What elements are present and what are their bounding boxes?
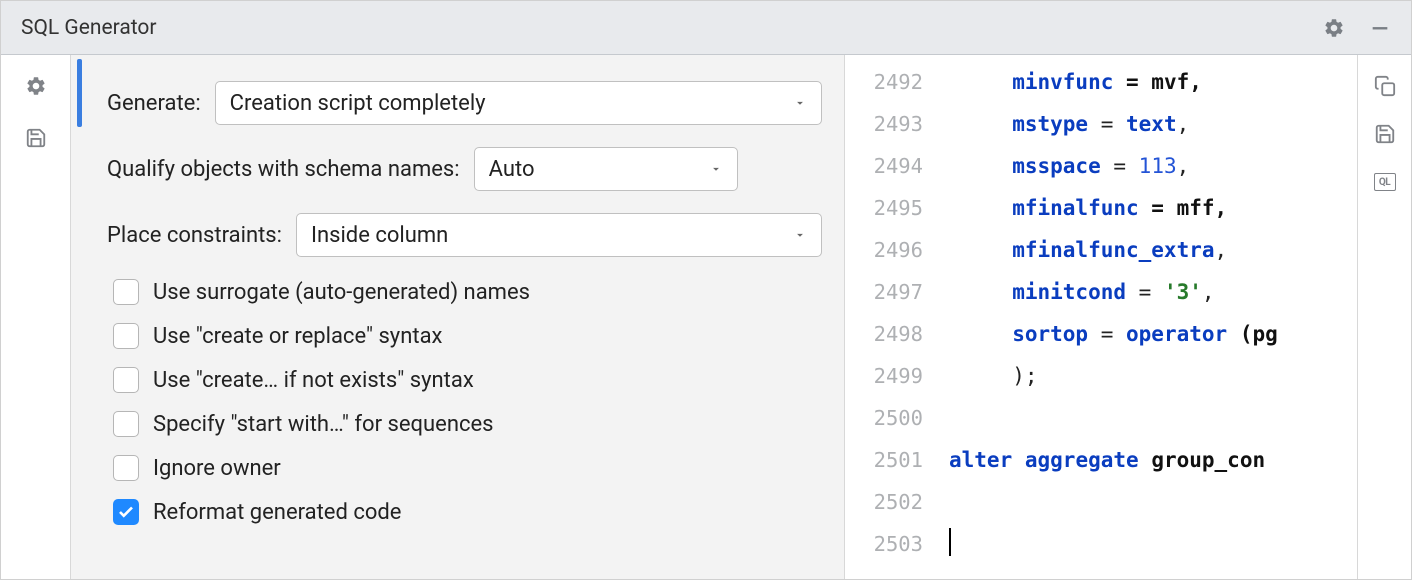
ql-icon[interactable]: QL	[1372, 169, 1398, 195]
code-line: mfinalfunc_extra,	[949, 229, 1357, 271]
line-number-gutter: 2492249324942495249624972498249925002501…	[845, 55, 937, 579]
line-number: 2498	[845, 313, 923, 355]
line-number: 2494	[845, 145, 923, 187]
copy-icon[interactable]	[1372, 73, 1398, 99]
save-icon[interactable]	[1372, 121, 1398, 147]
code-line	[949, 397, 1357, 439]
checkbox-row[interactable]: Use surrogate (auto-generated) names	[107, 279, 822, 305]
code-line	[949, 481, 1357, 523]
line-number: 2497	[845, 271, 923, 313]
checkbox-row[interactable]: Specify "start with…" for sequences	[107, 411, 822, 437]
checkbox[interactable]	[113, 455, 139, 481]
checkbox-label: Use "create or replace" syntax	[153, 324, 442, 349]
checkbox-row[interactable]: Reformat generated code	[107, 499, 822, 525]
code-line: );	[949, 355, 1357, 397]
constraints-select[interactable]: Inside column	[296, 213, 822, 257]
titlebar: SQL Generator	[1, 1, 1411, 55]
line-number: 2492	[845, 61, 923, 103]
checkbox-row[interactable]: Use "create… if not exists" syntax	[107, 367, 822, 393]
generate-label: Generate:	[107, 91, 201, 116]
checkbox[interactable]	[113, 367, 139, 393]
constraints-label: Place constraints:	[107, 223, 282, 248]
code-line: alter aggregate group_con	[949, 439, 1357, 481]
constraints-value: Inside column	[311, 223, 448, 248]
active-marker	[77, 59, 82, 127]
save-icon[interactable]	[23, 125, 49, 151]
checkbox[interactable]	[113, 411, 139, 437]
checkbox-label: Use surrogate (auto-generated) names	[153, 280, 530, 305]
generate-select[interactable]: Creation script completely	[215, 81, 822, 125]
gear-icon[interactable]	[23, 73, 49, 99]
right-toolbar: QL	[1357, 55, 1411, 579]
line-number: 2495	[845, 187, 923, 229]
code-line	[949, 523, 1357, 565]
line-number: 2499	[845, 355, 923, 397]
code-line: mstype = text,	[949, 103, 1357, 145]
checkbox-row[interactable]: Use "create or replace" syntax	[107, 323, 822, 349]
line-number: 2493	[845, 103, 923, 145]
qualify-select[interactable]: Auto	[474, 147, 738, 191]
qualify-value: Auto	[489, 157, 535, 182]
checkbox-label: Specify "start with…" for sequences	[153, 412, 494, 437]
checkbox-label: Use "create… if not exists" syntax	[153, 368, 474, 393]
gear-icon[interactable]	[1321, 15, 1347, 41]
checkbox-label: Ignore owner	[153, 456, 281, 481]
code-line: msspace = 113,	[949, 145, 1357, 187]
code-line: mfinalfunc = mff,	[949, 187, 1357, 229]
line-number: 2496	[845, 229, 923, 271]
minimize-icon[interactable]	[1367, 15, 1393, 41]
line-number: 2501	[845, 439, 923, 481]
code-editor[interactable]: minvfunc = mvf, mstype = text, msspace =…	[937, 55, 1357, 579]
left-toolbar	[1, 55, 71, 579]
checkbox-row[interactable]: Ignore owner	[107, 455, 822, 481]
chevron-down-icon	[793, 223, 807, 248]
checkbox[interactable]	[113, 323, 139, 349]
line-number: 2503	[845, 523, 923, 565]
generate-value: Creation script completely	[230, 91, 486, 116]
code-line: sortop = operator (pg	[949, 313, 1357, 355]
checkbox[interactable]	[113, 499, 139, 525]
line-number: 2502	[845, 481, 923, 523]
qualify-label: Qualify objects with schema names:	[107, 157, 460, 182]
code-line: minitcond = '3',	[949, 271, 1357, 313]
chevron-down-icon	[793, 91, 807, 116]
line-number: 2500	[845, 397, 923, 439]
chevron-down-icon	[709, 157, 723, 182]
options-panel: Generate: Creation script completely Qua…	[71, 55, 845, 579]
code-line: minvfunc = mvf,	[949, 61, 1357, 103]
window-title: SQL Generator	[21, 16, 1321, 40]
checkbox[interactable]	[113, 279, 139, 305]
checkbox-label: Reformat generated code	[153, 500, 401, 525]
